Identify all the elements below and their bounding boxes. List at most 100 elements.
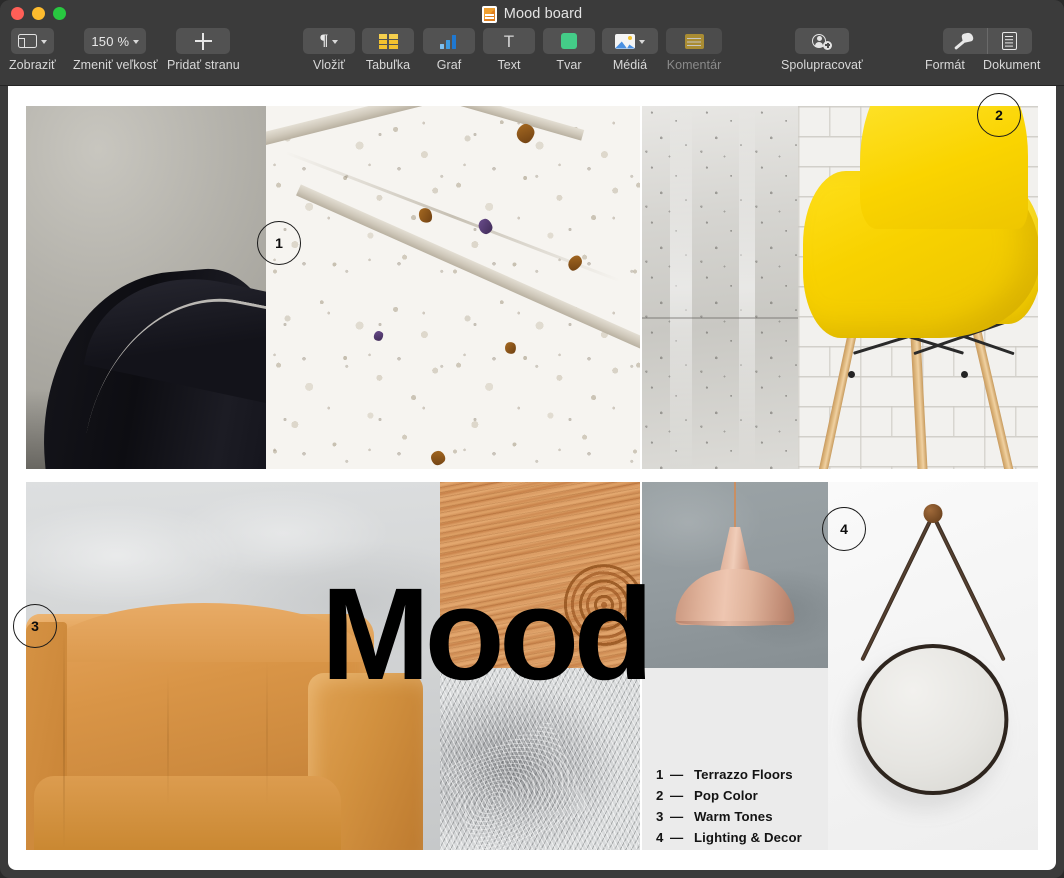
toolbar-group-insert: ¶ Vložiť — [303, 28, 355, 72]
insert-button[interactable]: ¶ — [303, 28, 355, 54]
legend-dash-2: — — [670, 788, 694, 803]
table-icon — [379, 34, 398, 49]
dark-leather-chair-photo[interactable] — [26, 106, 266, 469]
legend-number-2: 2 — [656, 788, 670, 803]
chevron-down-icon — [332, 40, 338, 44]
toolbar-group-inspectors: Formát Dokument — [925, 28, 1049, 72]
legend-number-4: 4 — [656, 830, 670, 845]
toolbar-group-shape: Tvar — [543, 28, 595, 72]
toolbar-label-pridat-stranu: Pridať stranu — [167, 58, 240, 72]
legend-label-2: Pop Color — [694, 788, 758, 803]
toolbar-item-zmenit-velkost[interactable]: 150 % Zmeniť veľkosť — [73, 28, 158, 72]
zoom-level-value: 150 % — [91, 34, 129, 49]
terrazzo-chip-specks — [266, 106, 640, 469]
chart-button[interactable] — [423, 28, 475, 54]
comment-button[interactable] — [666, 28, 722, 54]
callout-badge-3[interactable]: 3 — [13, 604, 57, 648]
view-panel-icon — [18, 34, 37, 48]
lamp-cord — [734, 482, 736, 529]
toolbar-group-add-slide: Pridať stranu — [167, 28, 240, 72]
callout-badge-4[interactable]: 4 — [822, 507, 866, 551]
pendant-lamp-photo[interactable] — [642, 482, 828, 668]
legend-item-2: 2 — Pop Color — [656, 788, 802, 809]
window-title-group: Mood board — [0, 0, 1064, 28]
document-page-icon — [1002, 32, 1017, 50]
shape-button[interactable] — [543, 28, 595, 54]
toolbar-item-tabulka[interactable]: Tabuľka — [362, 28, 414, 72]
toolbar-item-pridat-stranu[interactable]: Pridať stranu — [167, 28, 240, 72]
concrete-texture-photo[interactable] — [642, 106, 798, 469]
sofa-crease-1 — [63, 629, 65, 850]
toolbar-group-view: Zobraziť — [9, 28, 56, 72]
media-photo-icon — [615, 34, 635, 49]
toolbar-item-spolupracovat[interactable]: Spolupracovať — [781, 28, 863, 72]
minimize-button[interactable] — [32, 7, 45, 20]
toolbar-label-vlozit: Vložiť — [313, 58, 345, 72]
legend-label-4: Lighting & Decor — [694, 830, 802, 845]
slide-canvas[interactable]: Mood Board. 1 — Terrazzo Floors 2 — Pop … — [8, 86, 1056, 870]
toolbar-group-table: Tabuľka — [362, 28, 414, 72]
toolbar-group-media: Médiá — [602, 28, 658, 72]
pilcrow-icon: ¶ — [320, 33, 329, 49]
sofa-crease-3 — [266, 659, 268, 806]
gray-plaster-sofa-photo[interactable] — [26, 482, 440, 850]
callout-badge-2[interactable]: 2 — [977, 93, 1021, 137]
toolbar-item-graf[interactable]: Graf — [423, 28, 475, 72]
close-button[interactable] — [11, 7, 24, 20]
toolbar-label-zobrazit: Zobraziť — [9, 58, 56, 72]
legend-list[interactable]: 1 — Terrazzo Floors 2 — Pop Color 3 — Wa… — [656, 767, 802, 851]
toolbar-label-graf: Graf — [437, 58, 462, 72]
table-button[interactable] — [362, 28, 414, 54]
window-title: Mood board — [504, 6, 582, 22]
concrete-streak-1 — [670, 106, 692, 469]
callout-badge-1[interactable]: 1 — [257, 221, 301, 265]
toolbar-item-komentar[interactable]: Komentár — [666, 28, 722, 72]
collaborate-button[interactable] — [795, 28, 849, 54]
plus-icon — [195, 33, 212, 50]
mirror-wall-peg — [924, 504, 943, 523]
zoom-button[interactable]: 150 % — [84, 28, 146, 54]
toolbar-item-vlozit[interactable]: ¶ Vložiť — [303, 28, 355, 72]
bar-chart-icon — [440, 34, 459, 49]
traffic-light-controls — [11, 7, 66, 20]
add-slide-button[interactable] — [176, 28, 230, 54]
toolbar-group-zoom: 150 % Zmeniť veľkosť — [73, 28, 158, 72]
comment-icon — [685, 34, 704, 49]
concrete-seam-line — [642, 317, 798, 319]
inspector-segmented-control — [943, 28, 1032, 54]
legend-item-3: 3 — Warm Tones — [656, 809, 802, 830]
text-box-icon: T — [504, 33, 514, 50]
window-titlebar: Mood board — [0, 0, 1064, 28]
mirror-strap-left — [931, 514, 1006, 661]
chevron-down-icon — [133, 40, 139, 44]
maximize-button[interactable] — [53, 7, 66, 20]
toolbar-item-media[interactable]: Médiá — [602, 28, 658, 72]
toolbar-group-text: T Text — [483, 28, 535, 72]
toolbar-item-zobrazit[interactable]: Zobraziť — [9, 28, 56, 72]
wood-grain-photo[interactable] — [440, 482, 640, 668]
text-button[interactable]: T — [483, 28, 535, 54]
toolbar-group-comment: Komentár — [666, 28, 722, 72]
legend-label-1: Terrazzo Floors — [694, 767, 793, 782]
terrazzo-slab-photo[interactable] — [266, 106, 640, 469]
toolbar-label-komentar: Komentár — [667, 58, 722, 72]
yellow-eames-chair-photo[interactable] — [798, 106, 1038, 469]
gray-fur-rug-photo[interactable] — [440, 668, 640, 850]
toolbar-label-spolupracovat: Spolupracovať — [781, 58, 863, 72]
legend-number-3: 3 — [656, 809, 670, 824]
document-button[interactable] — [988, 28, 1032, 54]
toolbar-label-zmenit-velkost: Zmeniť veľkosť — [73, 58, 158, 72]
toolbar-label-media: Médiá — [613, 58, 647, 72]
concrete-speck-texture — [642, 106, 798, 469]
toolbar-label-dokument: Dokument — [983, 58, 1049, 72]
legend-dash-4: — — [670, 830, 694, 845]
toolbar-label-text: Text — [497, 58, 520, 72]
legend-number-1: 1 — [656, 767, 670, 782]
format-button[interactable] — [943, 28, 987, 54]
legend-label-3: Warm Tones — [694, 809, 773, 824]
media-button[interactable] — [602, 28, 658, 54]
toolbar-item-tvar[interactable]: Tvar — [543, 28, 595, 72]
view-button[interactable] — [11, 28, 54, 54]
toolbar-item-text[interactable]: T Text — [483, 28, 535, 72]
toolbar-group-chart: Graf — [423, 28, 475, 72]
